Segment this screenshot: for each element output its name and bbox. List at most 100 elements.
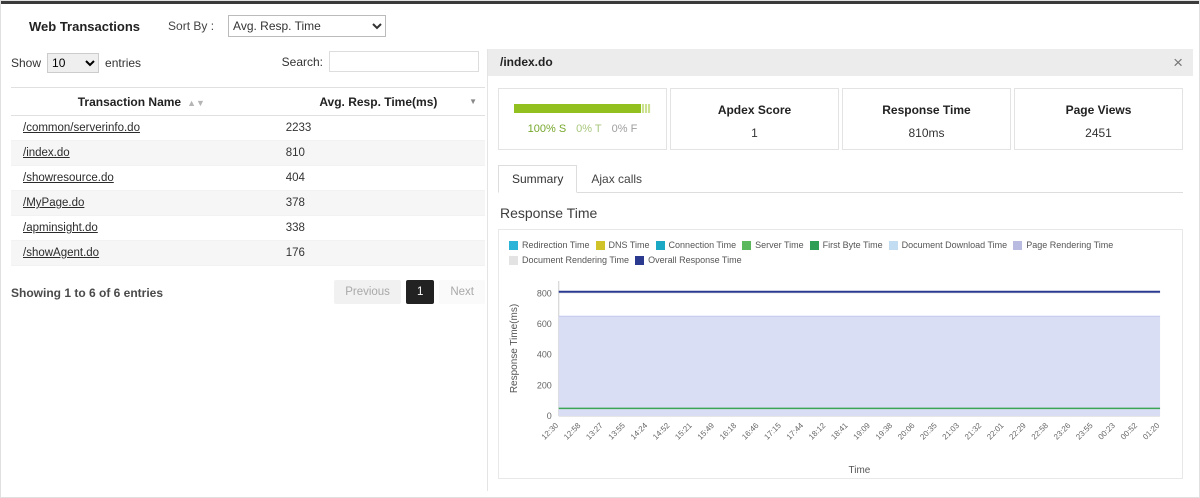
close-icon[interactable]: ×: [1173, 49, 1183, 76]
apdex-tolerating-label: 0% T: [576, 123, 602, 135]
summary-cards: 100% S 0% T 0% F Apdex Score 1 Response …: [498, 88, 1183, 150]
svg-text:14:24: 14:24: [629, 421, 650, 442]
legend-label: Document Rendering Time: [522, 255, 630, 265]
tab-ajax-calls[interactable]: Ajax calls: [577, 165, 656, 193]
response-time-chart-container: Redirection Time DNS Time Connection Time S…: [498, 229, 1183, 479]
legend-item[interactable]: Overall Response Time: [635, 255, 742, 265]
avg-resp-time-cell: 176: [271, 240, 485, 266]
svg-text:16:18: 16:18: [718, 421, 739, 442]
transaction-link[interactable]: /apminsight.do: [23, 222, 98, 234]
legend-item[interactable]: Document Download Time: [888, 240, 1008, 250]
legend-label: DNS Time: [608, 240, 650, 250]
previous-page-button[interactable]: Previous: [334, 280, 401, 304]
svg-text:18:12: 18:12: [807, 421, 828, 442]
transaction-link[interactable]: /common/serverinfo.do: [23, 122, 140, 134]
sort-icon[interactable]: ▲▼: [187, 98, 205, 108]
legend-item[interactable]: Document Rendering Time: [509, 255, 629, 265]
svg-text:200: 200: [537, 380, 552, 390]
apdex-frustrated-label: 0% F: [611, 123, 638, 135]
avg-resp-time-cell: 378: [271, 190, 485, 216]
card-title: Apdex Score: [717, 103, 792, 117]
apdex-score-card: Apdex Score 1: [670, 88, 839, 150]
transaction-link[interactable]: /index.do: [23, 147, 70, 159]
response-time-card: Response Time 810ms: [842, 88, 1011, 150]
svg-text:17:44: 17:44: [785, 421, 806, 442]
column-label: Avg. Resp. Time(ms): [319, 94, 438, 109]
svg-text:22:58: 22:58: [1030, 421, 1051, 442]
column-header-avg-resp-time[interactable]: Avg. Resp. Time(ms) ▼: [271, 87, 485, 116]
next-page-button[interactable]: Next: [439, 280, 485, 304]
svg-text:15:21: 15:21: [673, 421, 694, 442]
svg-text:16:46: 16:46: [740, 421, 761, 442]
svg-text:400: 400: [537, 350, 552, 360]
avg-resp-time-cell: 810: [271, 140, 485, 166]
transaction-name-cell: /MyPage.do: [11, 190, 272, 216]
legend-item[interactable]: Redirection Time: [509, 240, 590, 250]
svg-text:01:20: 01:20: [1141, 421, 1162, 442]
svg-text:19:09: 19:09: [852, 421, 873, 442]
svg-text:17:15: 17:15: [762, 421, 783, 442]
transaction-link[interactable]: /MyPage.do: [23, 197, 84, 209]
transaction-name-cell: /common/serverinfo.do: [11, 115, 272, 141]
svg-text:00:52: 00:52: [1119, 421, 1140, 442]
legend-swatch-icon: [509, 240, 518, 250]
legend-label: Connection Time: [668, 240, 737, 250]
legend-label: Document Download Time: [901, 240, 1008, 250]
header: Web Transactions Sort By : Avg. Resp. Ti…: [29, 15, 387, 37]
filter-icon[interactable]: ▼: [469, 97, 477, 106]
entries-per-page-select[interactable]: 10: [47, 53, 100, 73]
svg-text:Time: Time: [849, 465, 871, 476]
apdex-labels: 100% S 0% T 0% F: [499, 123, 666, 135]
legend-label: Server Time: [755, 240, 804, 250]
svg-text:800: 800: [537, 288, 552, 298]
pagination: Previous 1 Next: [334, 280, 485, 304]
svg-text:15:49: 15:49: [696, 421, 717, 442]
apdex-satisfied-label: 100% S: [527, 123, 567, 135]
transaction-name-cell: /index.do: [11, 140, 272, 166]
transaction-link[interactable]: /showresource.do: [23, 172, 114, 184]
column-label: Transaction Name: [77, 94, 182, 109]
table-row: /showAgent.do 176: [11, 240, 485, 266]
chart-legend: Redirection Time DNS Time Connection Time S…: [507, 238, 1174, 271]
legend-swatch-icon: [595, 240, 605, 250]
legend-label: Page Rendering Time: [1026, 240, 1114, 250]
detail-header: /index.do ×: [488, 49, 1193, 76]
svg-text:21:03: 21:03: [941, 421, 962, 442]
table-row: /apminsight.do 338: [11, 215, 485, 241]
apdex-bar-tip: [641, 104, 651, 113]
column-header-transaction-name[interactable]: Transaction Name ▲▼: [11, 87, 272, 116]
search-label: Search:: [281, 54, 323, 69]
legend-swatch-icon: [742, 240, 752, 250]
top-divider: [1, 1, 1199, 4]
response-time-section-title: Response Time: [500, 205, 598, 221]
svg-text:12:30: 12:30: [540, 421, 561, 442]
transaction-link[interactable]: /showAgent.do: [23, 247, 99, 259]
legend-item[interactable]: First Byte Time: [809, 240, 883, 250]
transactions-table-panel: Show 10 entries Search: Transaction Name…: [11, 49, 485, 308]
transaction-name-cell: /showresource.do: [11, 165, 272, 191]
card-value: 1: [751, 126, 758, 140]
search-wrap: Search:: [282, 51, 479, 72]
svg-text:0: 0: [547, 411, 552, 421]
legend-swatch-icon: [635, 255, 645, 265]
legend-item[interactable]: Page Rendering Time: [1013, 240, 1113, 250]
search-input[interactable]: [329, 51, 479, 72]
transactions-table: Transaction Name ▲▼ Avg. Resp. Time(ms) ▼ …: [11, 87, 485, 266]
card-value: 810ms: [908, 126, 945, 140]
svg-text:23:55: 23:55: [1074, 421, 1095, 442]
svg-text:13:55: 13:55: [607, 421, 628, 442]
legend-label: First Byte Time: [822, 240, 883, 250]
sort-by-select[interactable]: Avg. Resp. Time: [228, 15, 387, 37]
summary-tab-content: Response Time Redirection Time DNS Time Co…: [488, 193, 1193, 479]
page-number-button[interactable]: 1: [405, 280, 435, 304]
legend-label: Overall Response Time: [648, 255, 742, 265]
svg-text:12:58: 12:58: [562, 421, 583, 442]
legend-item[interactable]: DNS Time: [595, 240, 650, 250]
svg-text:Response Time(ms): Response Time(ms): [509, 304, 520, 393]
legend-item[interactable]: Server Time: [742, 240, 804, 250]
card-title: Response Time: [882, 103, 971, 117]
tab-summary[interactable]: Summary: [498, 165, 578, 193]
svg-text:20:06: 20:06: [896, 421, 917, 442]
legend-item[interactable]: Connection Time: [655, 240, 737, 250]
legend-swatch-icon: [888, 240, 898, 250]
